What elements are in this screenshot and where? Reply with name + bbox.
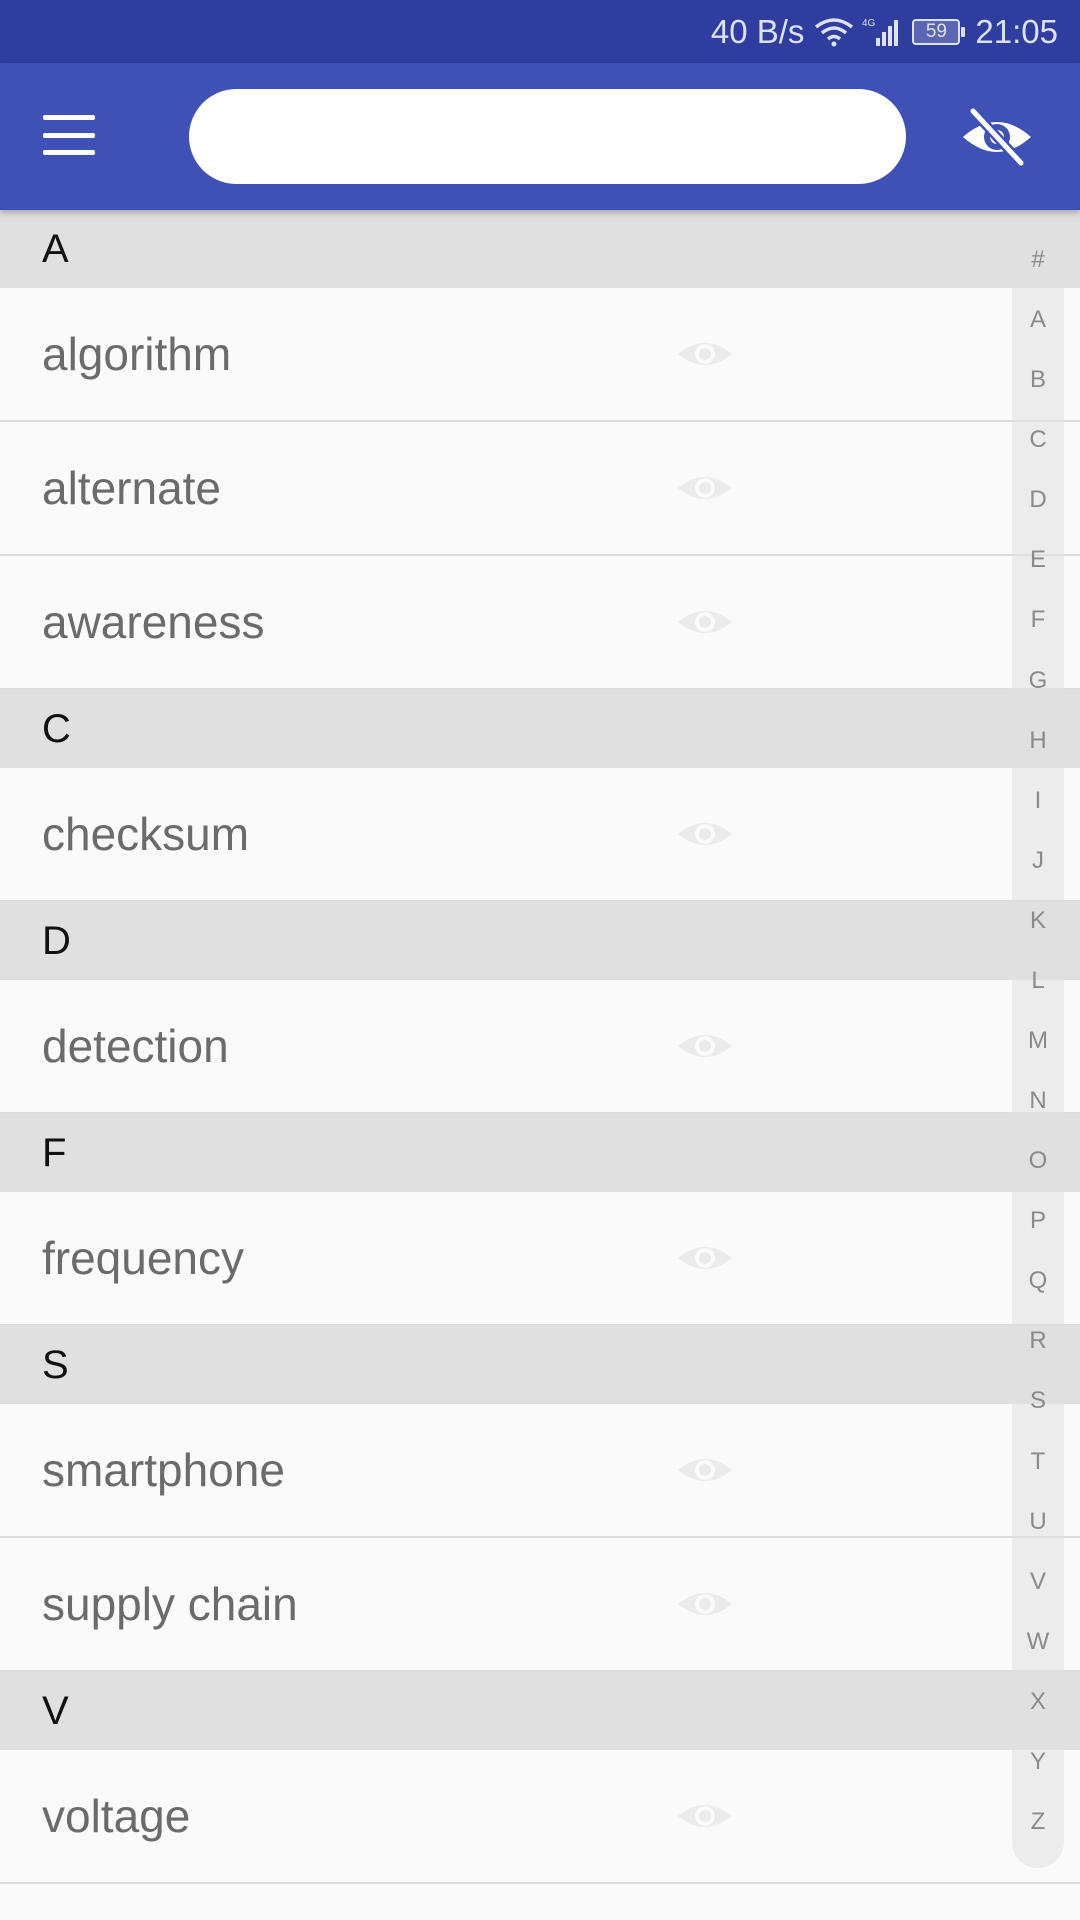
svg-text:4G: 4G <box>862 18 876 29</box>
eye-icon[interactable] <box>674 1795 736 1837</box>
hamburger-menu-icon[interactable] <box>40 110 98 160</box>
eye-icon[interactable] <box>674 1583 736 1625</box>
index-letter[interactable]: Q <box>1029 1267 1048 1327</box>
index-letter[interactable]: T <box>1031 1448 1046 1508</box>
section-header: A <box>0 210 1080 288</box>
word-label: frequency <box>42 1232 245 1284</box>
app-bar <box>0 63 1080 210</box>
index-letter[interactable]: A <box>1030 306 1046 366</box>
index-letter[interactable]: E <box>1030 546 1046 606</box>
list-item[interactable]: frequency <box>0 1192 1080 1326</box>
list-item[interactable]: voltage <box>0 1750 1080 1884</box>
list-item[interactable]: alternate <box>0 422 1080 556</box>
list-item[interactable]: supply chain <box>0 1538 1080 1672</box>
index-letter[interactable]: O <box>1029 1147 1048 1207</box>
index-letter[interactable]: Y <box>1030 1748 1046 1808</box>
eye-icon[interactable] <box>674 1237 736 1279</box>
status-bar: 40 B/s 4G 59 21:05 <box>0 0 1080 63</box>
eye-off-icon[interactable] <box>958 100 1036 174</box>
section-header: D <box>0 902 1080 980</box>
index-letter[interactable]: N <box>1029 1087 1046 1147</box>
eye-icon[interactable] <box>674 467 736 509</box>
index-letter[interactable]: H <box>1029 727 1046 787</box>
index-letter[interactable]: W <box>1027 1628 1050 1688</box>
eye-icon[interactable] <box>674 601 736 643</box>
battery-level: 59 <box>912 18 961 45</box>
eye-icon[interactable] <box>674 1449 736 1491</box>
section-header: C <box>0 690 1080 768</box>
index-letter[interactable]: # <box>1031 246 1044 306</box>
section-header: F <box>0 1114 1080 1192</box>
list-item[interactable]: smartphone <box>0 1404 1080 1538</box>
network-speed: 40 B/s <box>710 12 805 50</box>
word-label: detection <box>42 1020 229 1072</box>
index-letter[interactable]: L <box>1031 967 1044 1027</box>
alphabet-index-bar[interactable]: # A B C D E F G H I J K L M N O P Q R S T U V W X Y Z <box>1012 223 1064 1868</box>
index-letter[interactable]: C <box>1029 426 1046 486</box>
index-letter[interactable]: M <box>1028 1027 1048 1087</box>
section-header: V <box>0 1672 1080 1750</box>
word-label: algorithm <box>42 328 232 380</box>
index-letter[interactable]: S <box>1030 1387 1046 1447</box>
list-item[interactable]: checksum <box>0 768 1080 902</box>
section-header: S <box>0 1326 1080 1404</box>
eye-icon[interactable] <box>674 1025 736 1067</box>
word-label: voltage <box>42 1790 191 1842</box>
index-letter[interactable]: D <box>1029 486 1046 546</box>
word-label: smartphone <box>42 1444 285 1496</box>
index-letter[interactable]: V <box>1030 1568 1046 1628</box>
index-letter[interactable]: U <box>1029 1508 1046 1568</box>
index-letter[interactable]: G <box>1029 667 1048 727</box>
index-letter[interactable]: J <box>1032 847 1044 907</box>
signal-4g-icon: 4G <box>862 16 899 48</box>
index-letter[interactable]: I <box>1035 787 1042 847</box>
index-letter[interactable]: K <box>1030 907 1046 967</box>
word-label: awareness <box>42 596 265 648</box>
index-letter[interactable]: F <box>1031 606 1046 666</box>
eye-icon[interactable] <box>674 813 736 855</box>
index-letter[interactable]: P <box>1030 1207 1046 1267</box>
index-letter[interactable]: B <box>1030 366 1046 426</box>
word-list: Aalgorithm alternate awareness Cchecksum Dde… <box>0 210 1080 1884</box>
list-item[interactable]: algorithm <box>0 288 1080 422</box>
clock: 21:05 <box>975 12 1058 50</box>
word-label: alternate <box>42 462 222 514</box>
index-letter[interactable]: X <box>1030 1688 1046 1748</box>
eye-icon[interactable] <box>674 333 736 375</box>
battery-icon: 59 <box>912 18 966 45</box>
search-input[interactable] <box>189 89 906 184</box>
word-label: supply chain <box>42 1578 298 1630</box>
word-label: checksum <box>42 808 250 860</box>
index-letter[interactable]: R <box>1029 1327 1046 1387</box>
index-letter[interactable]: Z <box>1031 1808 1046 1868</box>
list-item[interactable]: awareness <box>0 556 1080 690</box>
list-item[interactable]: detection <box>0 980 1080 1114</box>
wifi-icon <box>814 17 854 47</box>
